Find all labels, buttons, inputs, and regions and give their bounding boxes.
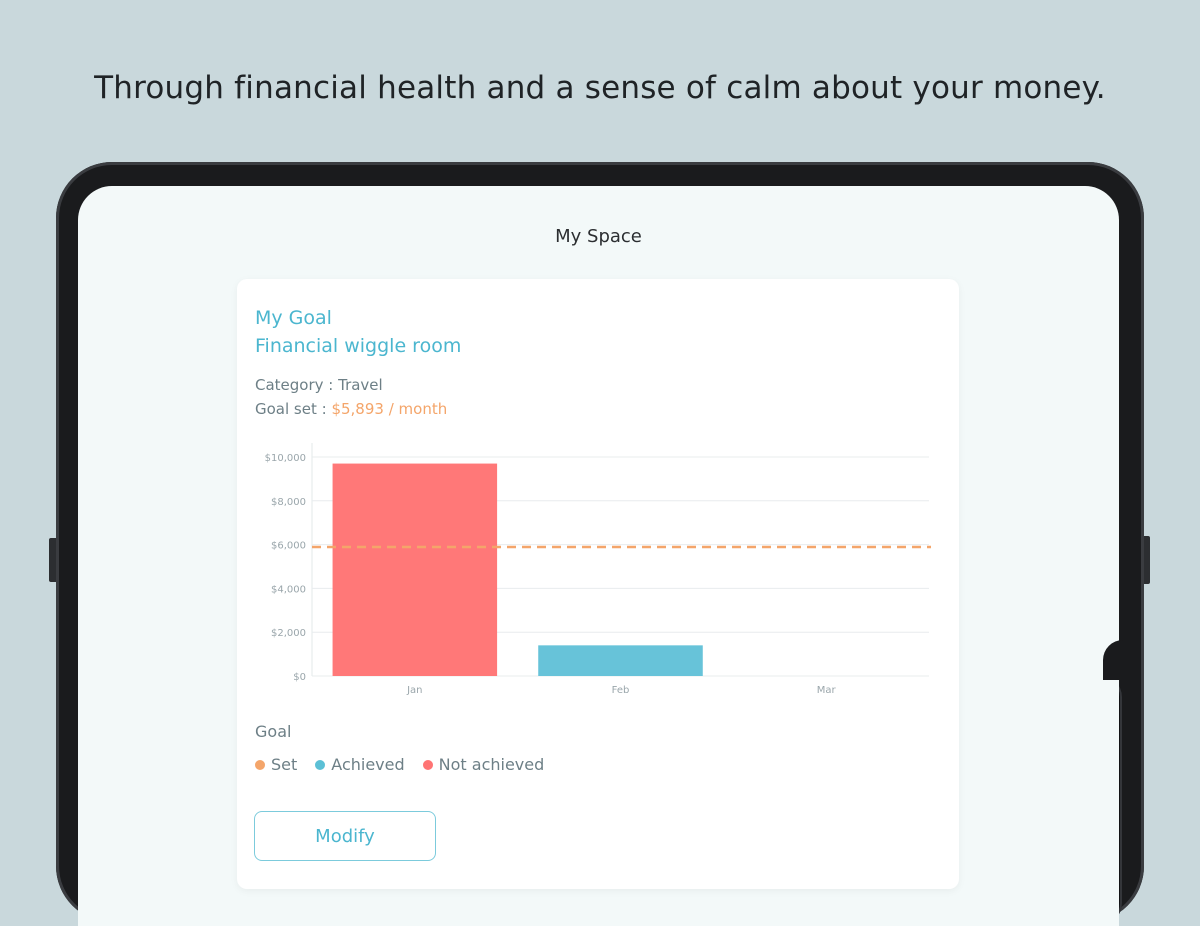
x-tick-label: Jan: [406, 685, 422, 696]
goal-name: Financial wiggle room: [255, 335, 462, 357]
goal-card: My Goal Financial wiggle room Category :…: [237, 279, 959, 889]
legend-dot-icon: [315, 759, 326, 770]
goal-category: Category : Travel: [255, 376, 383, 394]
legend-label: Set: [271, 755, 298, 774]
chart-legend: Set Achieved Not achieved: [255, 755, 544, 774]
legend-item: Achieved: [315, 755, 405, 774]
legend-title: Goal: [255, 722, 292, 741]
chart-bar: [332, 463, 498, 676]
legend-label: Not achieved: [438, 755, 545, 774]
legend-item: Not achieved: [422, 755, 545, 774]
x-tick-label: Mar: [817, 685, 837, 696]
goal-set: Goal set : $5,893 / month: [255, 400, 447, 418]
app-screen: My Space My Goal Financial wiggle room C…: [78, 186, 1119, 926]
goal-set-amount: $5,893 / month: [331, 400, 448, 418]
legend-label: Achieved: [331, 755, 405, 774]
y-tick-label: $8,000: [271, 497, 306, 508]
x-tick-label: Feb: [612, 685, 630, 696]
legend-dot-icon: [255, 759, 265, 770]
chart-bar: [538, 645, 703, 676]
page-title: My Space: [555, 226, 642, 247]
legend-dot-icon: [422, 759, 433, 770]
tagline: Through financial health and a sense of …: [94, 70, 1106, 106]
legend-item: Set: [255, 755, 297, 774]
y-tick-label: $4,000: [271, 584, 306, 595]
y-tick-label: $0: [293, 672, 306, 683]
y-tick-label: $6,000: [271, 541, 306, 552]
goal-chart: $0 $2,000 $4,000 $6,000 $8,000 $10,000 Jan Feb M…: [265, 443, 931, 696]
goal-label: My Goal: [255, 307, 332, 329]
modify-button[interactable]: Modify: [254, 811, 436, 861]
goal-set-prefix: Goal set :: [255, 400, 332, 418]
y-tick-label: $2,000: [271, 628, 306, 639]
y-tick-label: $10,000: [265, 453, 306, 464]
